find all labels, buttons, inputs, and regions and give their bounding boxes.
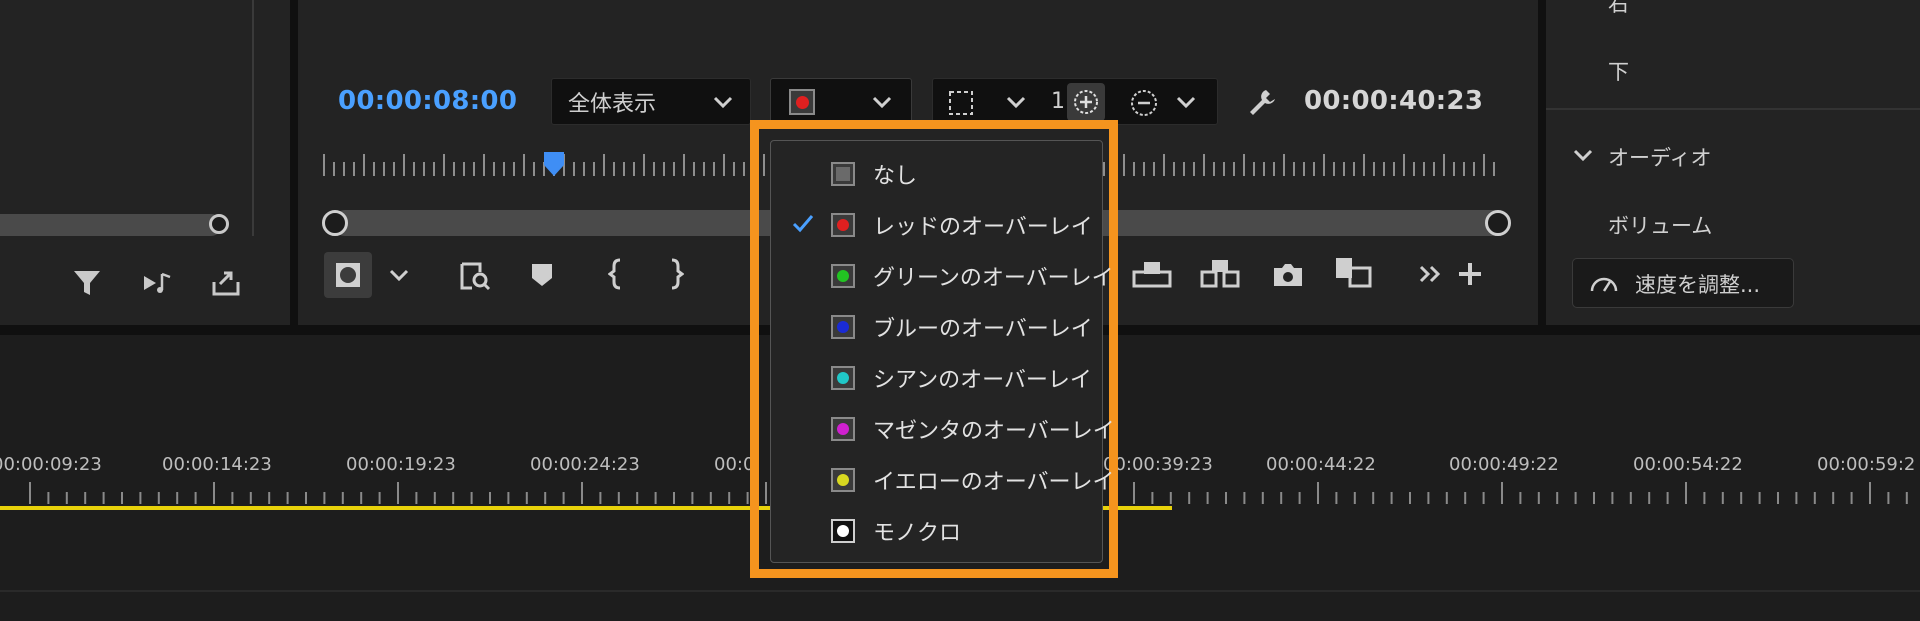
overlay-menu-item[interactable]: マゼンタのオーバーレイ: [771, 403, 1115, 454]
ruler-label: 00:00:44:22: [1266, 454, 1376, 475]
add-button-icon[interactable]: [1456, 260, 1484, 288]
zoom-out-icon[interactable]: [1129, 88, 1159, 118]
overlay-menu-item-label: マゼンタのオーバーレイ: [873, 418, 1115, 444]
overlay-toggle-button[interactable]: [324, 252, 372, 298]
color-swatch-icon: [831, 467, 855, 492]
zoom-in-icon[interactable]: [1067, 83, 1105, 121]
play-audio-icon[interactable]: [142, 268, 176, 298]
filter-icon[interactable]: [72, 268, 102, 298]
ruler-label: 00:00:14:23: [162, 454, 272, 475]
overlay-menu-item[interactable]: シアンのオーバーレイ: [771, 352, 1102, 403]
speed-adjust-label: 速度を調整...: [1635, 273, 1761, 297]
duration-timecode: 00:00:40:23: [1304, 86, 1484, 116]
bottom-label: 下: [1608, 60, 1629, 84]
chevron-down-icon: [713, 96, 733, 109]
separator-v2: [1538, 0, 1546, 328]
overlay-dropdown[interactable]: [770, 78, 912, 125]
overlay-menu-item[interactable]: ブルーのオーバーレイ: [771, 301, 1102, 352]
export-icon[interactable]: [210, 268, 242, 298]
overlay-menu-item[interactable]: レッドのオーバーレイ: [771, 199, 1102, 250]
inspect-icon[interactable]: [458, 260, 492, 292]
color-swatch-icon: [831, 263, 855, 288]
extract-icon[interactable]: [1200, 258, 1240, 290]
separator-v1: [290, 0, 298, 328]
source-panel-border: [252, 0, 254, 236]
ruler-label: 00:00:24:23: [530, 454, 640, 475]
volume-label: ボリューム: [1608, 214, 1713, 238]
overlay-menu-item-label: シアンのオーバーレイ: [873, 367, 1092, 393]
ruler-label: 00:00:59:2: [1817, 454, 1916, 475]
overlay-menu-item[interactable]: なし: [771, 148, 1102, 199]
color-swatch-icon: [831, 518, 855, 543]
chevron-down-icon[interactable]: [388, 268, 410, 282]
camera-icon[interactable]: [1272, 262, 1304, 288]
speedometer-icon: [1590, 277, 1618, 292]
checkmark-icon: [792, 215, 814, 233]
wrench-icon[interactable]: [1246, 86, 1278, 118]
overlay-menu-item-label: モノクロ: [873, 520, 962, 546]
chevron-down-icon: [1176, 96, 1196, 109]
color-swatch-icon: [831, 212, 855, 237]
chevron-down-icon: [872, 96, 892, 109]
overlay-menu-item[interactable]: モノクロ: [771, 505, 1102, 556]
safe-margin-dropdown[interactable]: 1: [932, 78, 1218, 125]
source-scrollbar-handle[interactable]: [209, 214, 229, 234]
current-timecode[interactable]: 00:00:08:00: [338, 86, 517, 116]
timeline-divider: [0, 590, 1920, 592]
speed-adjust-button[interactable]: 速度を調整...: [1572, 258, 1794, 308]
ruler-label: 00:00:49:22: [1449, 454, 1559, 475]
overlay-menu-item[interactable]: イエローのオーバーレイ: [771, 454, 1115, 505]
ruler-label: 00:00:09:23: [0, 454, 102, 475]
right-label: 右: [1608, 0, 1629, 16]
right-divider: [1546, 108, 1920, 110]
red-overlay-swatch-icon: [789, 89, 815, 115]
zoom-dropdown-label: 全体表示: [568, 91, 657, 117]
ruler-label: 00:00:19:23: [346, 454, 456, 475]
overlay-menu-item[interactable]: グリーンのオーバーレイ: [771, 250, 1114, 301]
monitor-scrollbar-handle-right[interactable]: [1485, 210, 1511, 236]
audio-section-header[interactable]: オーディオ: [1608, 142, 1712, 172]
color-swatch-icon: [831, 365, 855, 390]
overlay-menu-item-label: なし: [873, 163, 918, 189]
overlay-menu-item-label: イエローのオーバーレイ: [873, 469, 1115, 495]
color-swatch-icon: [831, 416, 855, 441]
chevron-down-icon[interactable]: [1572, 148, 1594, 162]
overlay-menu-item-label: グリーンのオーバーレイ: [873, 265, 1114, 291]
more-icon[interactable]: [1418, 264, 1442, 284]
source-scrollbar[interactable]: [0, 214, 222, 236]
safe-margin-icon: [949, 91, 973, 115]
ruler-label: 00:00:39:23: [1103, 454, 1213, 475]
overlay-menu-item-label: ブルーのオーバーレイ: [873, 316, 1093, 342]
mark-out-icon[interactable]: [668, 258, 684, 290]
color-swatch-icon: [831, 314, 855, 339]
ruler-label: 00:00:54:22: [1633, 454, 1743, 475]
overlay-menu[interactable]: なしレッドのオーバーレイ グリーンのオーバーレイ ブルーのオーバーレイ シアンのオーバ…: [770, 140, 1115, 563]
playhead-marker[interactable]: [543, 151, 565, 177]
monitor-scrollbar-handle-left[interactable]: [322, 210, 348, 236]
mark-in-icon[interactable]: [608, 258, 624, 290]
color-swatch-icon: [831, 161, 855, 186]
chevron-down-icon: [1006, 96, 1026, 109]
add-marker-icon[interactable]: [530, 262, 554, 288]
partial-number: 1: [1051, 89, 1065, 114]
zoom-dropdown[interactable]: 全体表示: [551, 78, 751, 125]
lift-icon[interactable]: [1132, 258, 1172, 290]
ruler-label: 00:0: [714, 454, 755, 475]
overlay-menu-item-label: レッドのオーバーレイ: [873, 214, 1093, 240]
comparison-view-icon[interactable]: [1334, 256, 1374, 290]
